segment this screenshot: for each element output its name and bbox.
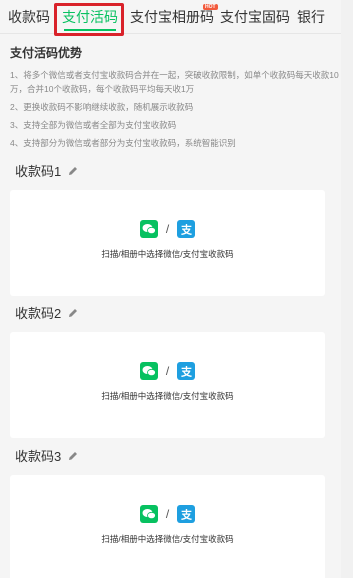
pencil-icon[interactable] [67,164,79,176]
intro-list: 1、将多个微信或者支付宝收款码合并在一起，突破收款限制，如单个收款码每天收款10… [10,68,340,154]
wechat-icon[interactable] [139,220,158,238]
code-upload-card[interactable]: / 支 扫描/相册中选择微信/支付宝收款码 [10,190,325,296]
alipay-icon[interactable]: 支 [177,362,196,380]
card-icons: / 支 [10,220,325,238]
intro-item: 3、支持全部为微信或者全部为支付宝收款码 [10,120,177,130]
pencil-icon[interactable] [67,449,79,461]
svg-text:支: 支 [180,508,193,522]
wechat-icon[interactable] [139,505,158,523]
card-hint: 扫描/相册中选择微信/支付宝收款码 [101,249,234,259]
code-upload-card[interactable]: / 支 扫描/相册中选择微信/支付宝收款码 [10,332,325,438]
tab-alipay-fixed-code[interactable]: 支付宝固码 [220,0,290,33]
svg-text:支: 支 [180,223,193,237]
code-section-header: 收款码2 [15,302,79,322]
card-icons: / 支 [10,362,325,380]
separator: / [165,507,170,521]
code-section-header: 收款码3 [15,445,79,465]
tab-bar: 收款码 支付活码 支付宝相册码 HOT 支付宝固码 银行 [0,0,353,34]
code-upload-card[interactable]: / 支 扫描/相册中选择微信/支付宝收款码 [10,475,325,578]
wechat-icon[interactable] [139,362,158,380]
intro-title: 支付活码优势 [10,46,83,60]
tab-bank[interactable]: 银行 [297,0,325,33]
card-icons: / 支 [10,505,325,523]
intro-item: 1、将多个微信或者支付宝收款码合并在一起，突破收款限制，如单个收款码每天收款10… [10,70,339,94]
code-title: 收款码2 [15,305,62,321]
tab-alipay-album-code[interactable]: 支付宝相册码 [130,0,214,33]
intro-item: 2、更换收款码不影响继续收款，随机展示收款码 [10,102,194,112]
alipay-icon[interactable]: 支 [177,220,196,238]
separator: / [165,364,170,378]
pencil-icon[interactable] [67,306,79,318]
code-title: 收款码3 [15,448,62,464]
separator: / [165,222,170,236]
intro-item: 4、支持部分为微信或者部分为支付宝收款码，系统智能识别 [10,138,236,148]
card-hint: 扫描/相册中选择微信/支付宝收款码 [101,391,234,401]
svg-text:支: 支 [180,365,193,379]
scrollbar[interactable] [341,0,353,578]
code-section-header: 收款码1 [15,160,79,180]
tab-pay-live-code[interactable]: 支付活码 [62,0,118,33]
code-title: 收款码1 [15,163,62,179]
alipay-icon[interactable]: 支 [177,505,196,523]
card-hint: 扫描/相册中选择微信/支付宝收款码 [101,534,234,544]
hot-badge: HOT [203,4,218,10]
tab-receive-code[interactable]: 收款码 [8,0,50,33]
